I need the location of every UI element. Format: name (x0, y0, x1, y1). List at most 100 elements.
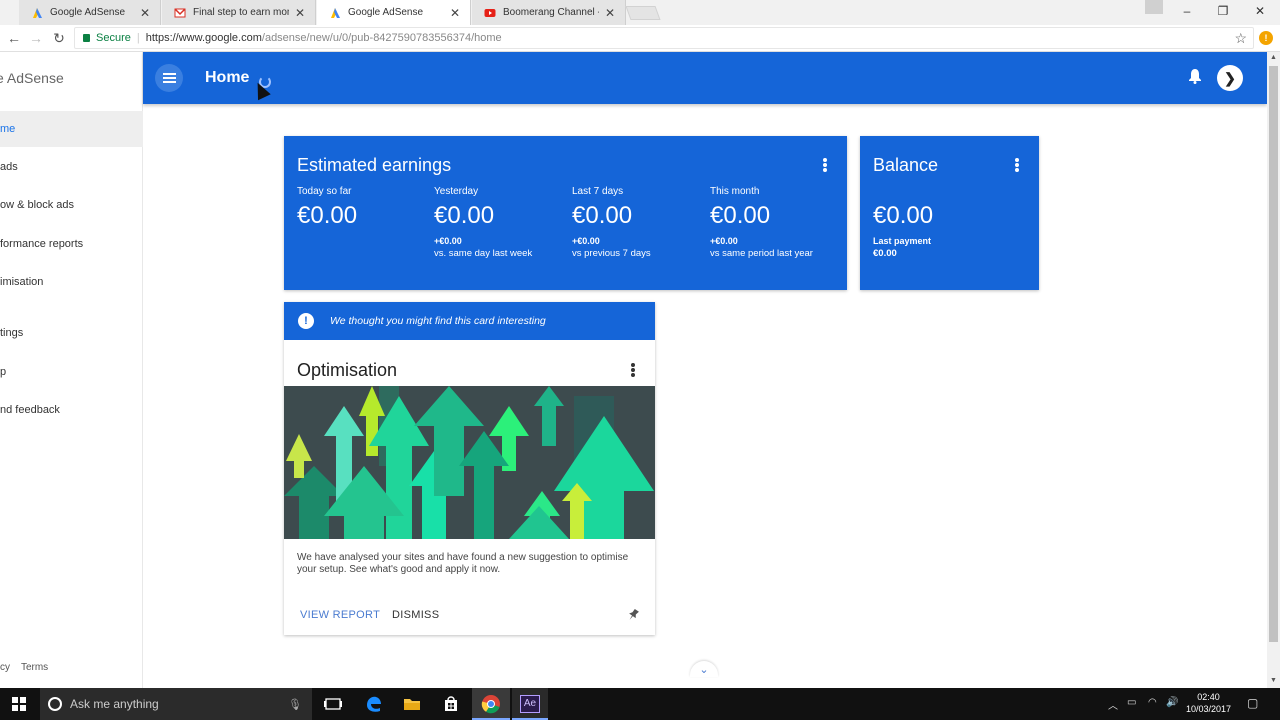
scroll-thumb[interactable] (1269, 66, 1278, 642)
lock-icon (83, 34, 90, 42)
scroll-down-icon[interactable]: ⌄ (690, 661, 718, 677)
url-input[interactable]: Secure | https://www.google.com/adsense/… (74, 27, 1254, 49)
metric-label: This month (710, 186, 760, 197)
restore-icon[interactable]: ❐ (1213, 4, 1233, 18)
adsense-favicon (331, 7, 340, 18)
close-tab-icon[interactable]: ✕ (450, 6, 460, 20)
metric-delta: +€0.00 (572, 236, 600, 246)
metric-value: €0.00 (710, 202, 771, 229)
sidebar-item-label: ow & block ads (0, 199, 74, 211)
windows-taskbar: Ask me anything 🎙 Ae ︿ ▭ ◠ 🔊 02:40 10/03… (0, 688, 1280, 720)
network-icon[interactable]: ◠ (1148, 697, 1157, 708)
reload-icon[interactable]: ↻ (51, 30, 67, 47)
alert-icon: ! (298, 313, 314, 329)
more-options-icon[interactable] (1015, 158, 1019, 172)
after-effects-icon: Ae (520, 695, 540, 713)
back-icon[interactable]: ← (6, 30, 22, 46)
after-effects-taskbar-button[interactable]: Ae (512, 688, 548, 720)
sidebar-item-settings[interactable]: tings (0, 315, 143, 351)
browser-tab-strip: Google AdSense ✕ Final step to earn mone… (0, 0, 1280, 25)
metric-note: vs. same day last week (434, 248, 533, 259)
menu-button[interactable] (155, 64, 183, 92)
terms-link[interactable]: Terms (21, 662, 48, 673)
sidebar-item-label: me (0, 123, 16, 135)
extension-icon[interactable]: ! (1259, 31, 1273, 45)
sidebar-item-my-ads[interactable]: ads (0, 149, 143, 185)
search-box[interactable]: Ask me anything 🎙 (40, 688, 312, 720)
sidebar-item-optimisation[interactable]: imisation (0, 264, 143, 300)
profile-icon[interactable] (1145, 0, 1163, 14)
metric-yesterday: Yesterday €0.00 +€0.00 vs. same day last… (434, 186, 564, 259)
view-report-button[interactable]: VIEW REPORT (300, 609, 380, 621)
side-navigation: e AdSense me ads ow & block ads formance… (0, 52, 143, 688)
url-path: /adsense/new/u/0/pub-8427590783556374/ho… (261, 32, 502, 44)
sidebar-item-label: ads (0, 161, 18, 173)
app-header: Home ❯ (143, 52, 1267, 104)
task-view-icon[interactable] (323, 694, 343, 714)
battery-icon[interactable]: ▭ (1127, 697, 1136, 708)
account-avatar[interactable]: ❯ (1217, 65, 1243, 91)
scroll-up-arrow-icon[interactable]: ▲ (1270, 54, 1277, 61)
address-bar: ← → ↻ Secure | https://www.google.com/ad… (0, 25, 1280, 52)
pin-icon[interactable] (626, 608, 640, 622)
metric-value: €0.00 (297, 202, 358, 229)
secure-indicator[interactable]: Secure (83, 32, 131, 44)
url-host: https://www.google.com (145, 32, 262, 44)
scroll-down-arrow-icon[interactable]: ▼ (1270, 677, 1277, 684)
tab-title: Google AdSense (50, 7, 126, 18)
bookmark-star-icon[interactable]: ☆ (1234, 30, 1247, 47)
brand-logo: e AdSense (0, 70, 64, 86)
edge-browser-icon[interactable] (364, 694, 384, 714)
browser-tab[interactable]: Boomerang Channel - Yo ✕ (472, 0, 626, 25)
metric-label: Today so far (297, 186, 352, 197)
tab-title: Boomerang Channel - Yo (503, 7, 599, 18)
more-options-icon[interactable] (631, 363, 635, 377)
microphone-icon[interactable]: 🎙 (288, 698, 302, 711)
tray-chevron-icon[interactable]: ︿ (1108, 697, 1118, 712)
balance-value: €0.00 (873, 202, 934, 229)
volume-icon[interactable]: 🔊 (1166, 697, 1178, 708)
store-icon[interactable] (441, 694, 461, 714)
privacy-link[interactable]: cy (0, 662, 10, 673)
forward-icon[interactable]: → (28, 30, 44, 46)
dismiss-button[interactable]: DISMISS (392, 609, 439, 621)
more-options-icon[interactable] (823, 158, 827, 172)
minimize-icon[interactable]: – (1177, 4, 1197, 18)
sidebar-item-label: formance reports (0, 238, 84, 250)
sidebar-item-home[interactable]: me (0, 111, 143, 147)
metric-this-month: This month €0.00 +€0.00 vs same period l… (710, 186, 840, 259)
last-payment-value: €0.00 (873, 248, 897, 259)
close-window-icon[interactable]: ✕ (1250, 4, 1270, 18)
sidebar-item-allow-block-ads[interactable]: ow & block ads (0, 187, 143, 223)
close-tab-icon[interactable]: ✕ (605, 6, 615, 20)
notifications-bell-icon[interactable] (1188, 68, 1202, 84)
sidebar-item-performance-reports[interactable]: formance reports (0, 226, 143, 262)
sidebar-item-label: imisation (0, 276, 44, 288)
browser-tab-active[interactable]: Google AdSense ✕ (317, 0, 471, 25)
close-tab-icon[interactable]: ✕ (295, 6, 305, 20)
new-tab-button[interactable] (625, 6, 661, 20)
close-tab-icon[interactable]: ✕ (140, 6, 150, 20)
windows-start-icon[interactable] (12, 697, 26, 711)
page-scrollbar[interactable]: ▲ ▼ (1267, 52, 1280, 688)
metric-today: Today so far €0.00 (297, 186, 427, 230)
screen: Google AdSense ✕ Final step to earn mone… (0, 0, 1280, 720)
card-title: Optimisation (297, 360, 398, 380)
metric-delta: +€0.00 (710, 236, 738, 246)
metric-note: vs previous 7 days (572, 248, 651, 259)
system-clock[interactable]: 02:40 10/03/2017 (1186, 691, 1231, 715)
card-title: Estimated earnings (297, 155, 452, 175)
browser-tab[interactable]: Final step to earn money ✕ (162, 0, 316, 25)
sidebar-item-help[interactable]: p (0, 354, 143, 390)
youtube-favicon (484, 8, 496, 17)
card-title: Balance (873, 155, 939, 175)
metric-delta: +€0.00 (434, 236, 462, 246)
chrome-taskbar-button[interactable] (472, 688, 510, 720)
file-explorer-icon[interactable] (402, 694, 422, 714)
browser-tab[interactable]: Google AdSense ✕ (19, 0, 161, 25)
action-center-icon[interactable]: ▢ (1247, 696, 1258, 710)
hamburger-icon (162, 73, 176, 83)
secure-label: Secure (96, 32, 131, 44)
banner-text: We thought you might find this card inte… (330, 315, 546, 327)
sidebar-item-send-feedback[interactable]: nd feedback (0, 392, 143, 428)
